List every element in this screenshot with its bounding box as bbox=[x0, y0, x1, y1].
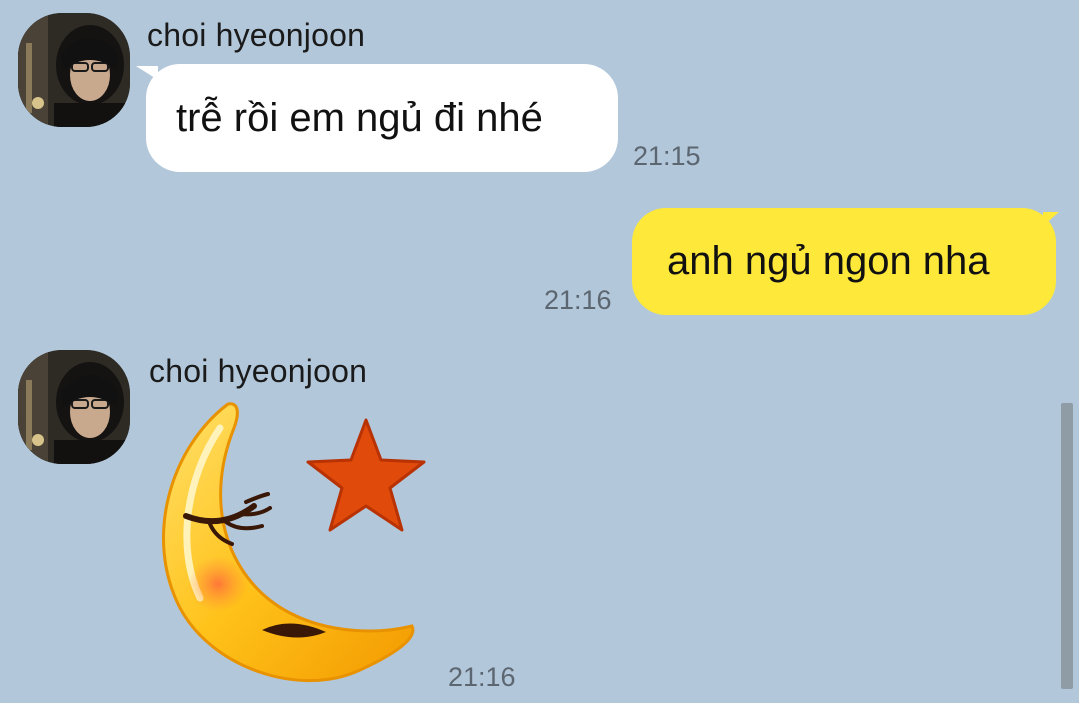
sender-name: choi hyeonjoon bbox=[149, 353, 368, 389]
sender-avatar[interactable] bbox=[18, 350, 130, 464]
sender-name: choi hyeonjoon bbox=[147, 17, 366, 53]
sender-avatar[interactable] bbox=[18, 13, 130, 127]
message-bubble-incoming[interactable]: trễ rồi em ngủ đi nhé bbox=[146, 64, 618, 172]
bubble-tail bbox=[1043, 212, 1059, 226]
sleeping-moon-star-sticker[interactable] bbox=[150, 398, 435, 698]
message-timestamp: 21:16 bbox=[448, 662, 516, 692]
chat-thread[interactable]: choi hyeonjoon trễ rồi em ngủ đi nhé 21:… bbox=[0, 0, 1079, 703]
scrollbar[interactable] bbox=[1061, 403, 1073, 689]
message-timestamp: 21:16 bbox=[544, 285, 612, 315]
message-text: trễ rồi em ngủ đi nhé bbox=[176, 95, 543, 140]
message-text: anh ngủ ngon nha bbox=[667, 239, 990, 283]
message-bubble-outgoing[interactable]: anh ngủ ngon nha bbox=[632, 208, 1056, 315]
message-timestamp: 21:15 bbox=[633, 141, 701, 171]
